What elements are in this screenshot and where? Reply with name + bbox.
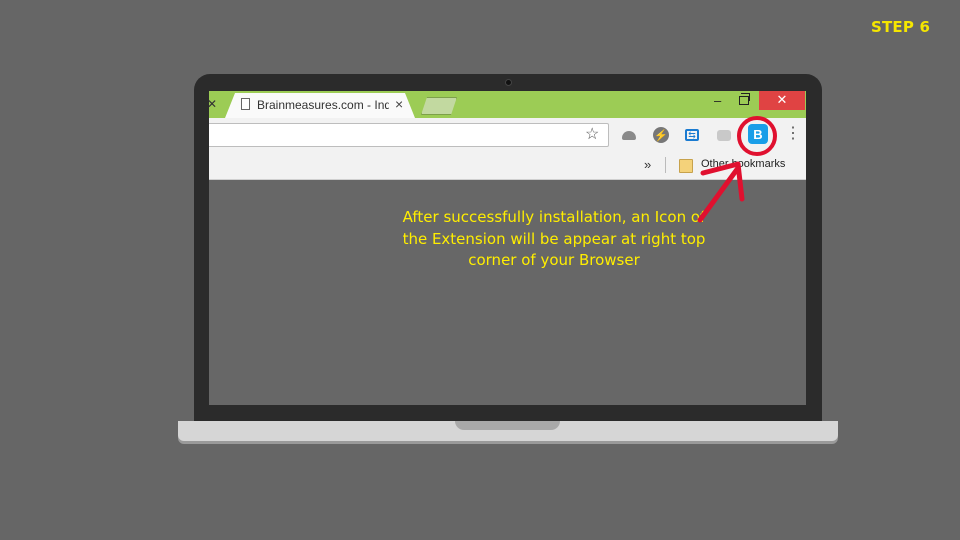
laptop-camera [505, 79, 512, 86]
active-tab[interactable]: Brainmeasures.com - Ind × [225, 93, 415, 118]
hat-extension-icon[interactable] [620, 126, 638, 144]
translate-extension-icon[interactable]: ⇆ [683, 126, 701, 144]
brainmeasures-extension-icon[interactable]: B [748, 124, 768, 144]
bookmarks-divider [665, 157, 666, 173]
bolt-extension-icon[interactable]: ⚡ [652, 126, 670, 144]
bookmarks-bar: » Other bookmarks [209, 151, 806, 180]
folder-icon [679, 159, 693, 173]
step-label: STEP 6 [871, 18, 931, 36]
address-bar[interactable]: ☆ [209, 123, 609, 147]
page-icon [241, 98, 250, 110]
tab-title: Brainmeasures.com - Ind [257, 98, 389, 112]
bookmark-star-icon[interactable]: ☆ [585, 126, 599, 144]
browser-toolbar: ☆ ⚡ ⇆ B ⋮ [209, 118, 806, 151]
previous-tab-close-icon[interactable]: ✕ [209, 97, 217, 111]
chat-extension-icon[interactable] [715, 126, 733, 144]
laptop-base-notch [455, 421, 560, 430]
minimize-button[interactable]: – [714, 93, 721, 108]
other-bookmarks-label[interactable]: Other bookmarks [701, 158, 785, 170]
tab-close-icon[interactable]: × [395, 96, 403, 112]
restore-button[interactable] [739, 93, 750, 105]
instruction-text: After successfully installation, an Icon… [402, 208, 706, 269]
new-tab-button[interactable] [421, 97, 457, 115]
tab-strip: ✕ Brainmeasures.com - Ind × – ✕ [209, 91, 806, 118]
laptop-screen: ✕ Brainmeasures.com - Ind × – ✕ ☆ ⚡ ⇆ B … [209, 91, 806, 405]
browser-menu-icon[interactable]: ⋮ [785, 125, 801, 143]
bookmarks-overflow-icon[interactable]: » [644, 157, 651, 172]
window-close-button[interactable]: ✕ [759, 91, 805, 110]
